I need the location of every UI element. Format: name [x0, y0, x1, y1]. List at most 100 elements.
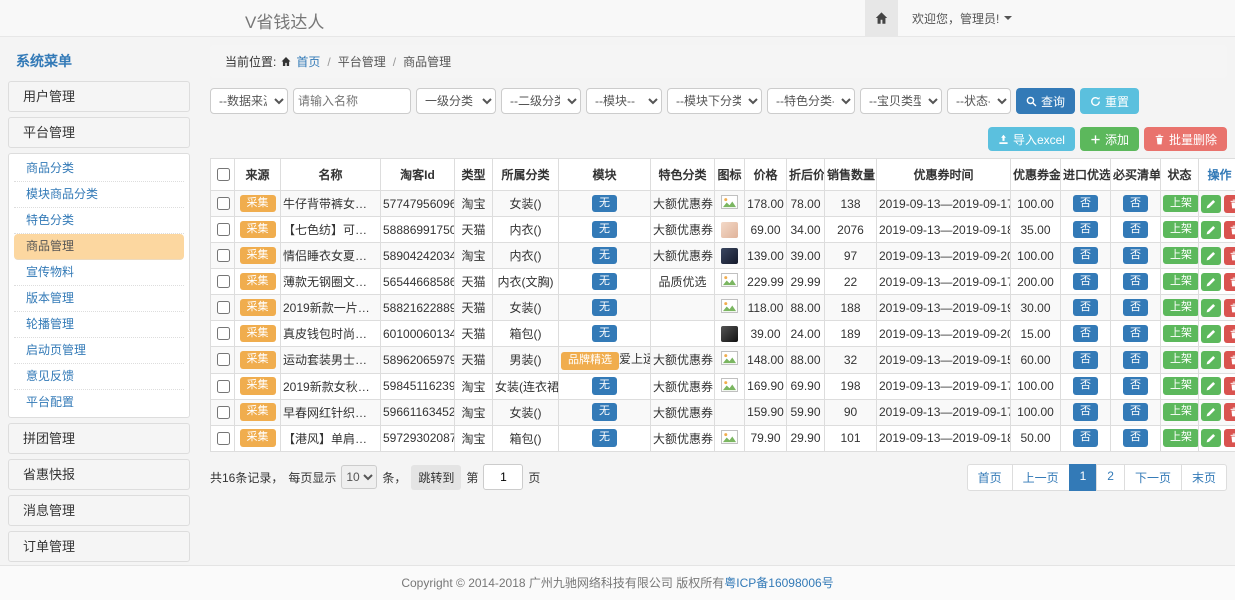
edit-button[interactable] — [1201, 351, 1221, 369]
delete-button[interactable] — [1224, 273, 1235, 291]
row-checkbox[interactable] — [217, 197, 230, 210]
sidebar-item-promo-materials[interactable]: 宣传物料 — [14, 260, 184, 286]
row-checkbox[interactable] — [217, 249, 230, 262]
breadcrumb-home-link[interactable]: 首页 — [296, 53, 320, 70]
sidebar-item-carousel-management[interactable]: 轮播管理 — [14, 312, 184, 338]
sidebar-item-module-goods-category[interactable]: 模块商品分类 — [14, 182, 184, 208]
sidebar-item-goods-management[interactable]: 商品管理 — [14, 234, 184, 260]
pager-page-2[interactable]: 2 — [1096, 464, 1125, 491]
delete-button[interactable] — [1224, 195, 1235, 213]
icp-link[interactable]: 粤ICP备16098006号 — [724, 576, 833, 590]
pager-first[interactable]: 首页 — [967, 464, 1013, 491]
edit-button[interactable] — [1201, 221, 1221, 239]
status-badge[interactable]: 上架 — [1163, 273, 1199, 291]
row-checkbox[interactable] — [217, 353, 230, 366]
status-badge[interactable]: 上架 — [1163, 247, 1199, 265]
status-select[interactable]: --状态-- — [947, 88, 1011, 114]
mustbuy-toggle[interactable]: 否 — [1123, 299, 1148, 317]
imported-toggle[interactable]: 否 — [1073, 247, 1098, 265]
row-checkbox[interactable] — [217, 406, 230, 419]
status-badge[interactable]: 上架 — [1163, 429, 1199, 447]
delete-button[interactable] — [1224, 351, 1235, 369]
sidebar-item-version-management[interactable]: 版本管理 — [14, 286, 184, 312]
row-checkbox[interactable] — [217, 327, 230, 340]
select-all-checkbox[interactable] — [217, 168, 230, 181]
mustbuy-toggle[interactable]: 否 — [1123, 377, 1148, 395]
category1-select[interactable]: 一级分类 — [416, 88, 496, 114]
category2-select[interactable]: --二级分类-- — [501, 88, 581, 114]
row-checkbox[interactable] — [217, 301, 230, 314]
mustbuy-toggle[interactable]: 否 — [1123, 221, 1148, 239]
edit-button[interactable] — [1201, 377, 1221, 395]
delete-button[interactable] — [1224, 377, 1235, 395]
batch-delete-button[interactable]: 批量删除 — [1144, 127, 1227, 151]
sidebar-group-messages[interactable]: 消息管理 — [8, 495, 190, 526]
user-menu[interactable]: 欢迎您，管理员! — [898, 0, 1026, 36]
mustbuy-toggle[interactable]: 否 — [1123, 273, 1148, 291]
sidebar-group-groupbuy[interactable]: 拼团管理 — [8, 423, 190, 454]
pager-next[interactable]: 下一页 — [1124, 464, 1182, 491]
imported-toggle[interactable]: 否 — [1073, 299, 1098, 317]
edit-button[interactable] — [1201, 247, 1221, 265]
sidebar-group-users[interactable]: 用户管理 — [8, 81, 190, 112]
jump-button[interactable]: 跳转到 — [411, 465, 461, 490]
edit-button[interactable] — [1201, 403, 1221, 421]
mustbuy-toggle[interactable]: 否 — [1123, 351, 1148, 369]
imported-toggle[interactable]: 否 — [1073, 221, 1098, 239]
per-page-select[interactable]: 10 — [341, 465, 377, 489]
jump-page-input[interactable] — [483, 464, 523, 490]
delete-button[interactable] — [1224, 221, 1235, 239]
name-search-input[interactable] — [293, 88, 411, 114]
mustbuy-toggle[interactable]: 否 — [1123, 195, 1148, 213]
mustbuy-toggle[interactable]: 否 — [1123, 247, 1148, 265]
delete-button[interactable] — [1224, 299, 1235, 317]
status-badge[interactable]: 上架 — [1163, 351, 1199, 369]
edit-button[interactable] — [1201, 195, 1221, 213]
pager-last[interactable]: 末页 — [1181, 464, 1227, 491]
feature-category-select[interactable]: --特色分类-- — [767, 88, 855, 114]
imported-toggle[interactable]: 否 — [1073, 377, 1098, 395]
delete-button[interactable] — [1224, 429, 1235, 447]
row-checkbox[interactable] — [217, 432, 230, 445]
import-excel-button[interactable]: 导入excel — [988, 127, 1075, 151]
mustbuy-toggle[interactable]: 否 — [1123, 429, 1148, 447]
row-checkbox[interactable] — [217, 223, 230, 236]
module-subcategory-select[interactable]: --模块下分类-- — [667, 88, 762, 114]
sidebar-group-orders[interactable]: 订单管理 — [8, 531, 190, 562]
data-source-select[interactable]: --数据来源-- — [210, 88, 288, 114]
imported-toggle[interactable]: 否 — [1073, 429, 1098, 447]
module-select[interactable]: --模块-- — [586, 88, 662, 114]
sidebar-item-splash-management[interactable]: 启动页管理 — [14, 338, 184, 364]
edit-button[interactable] — [1201, 299, 1221, 317]
imported-toggle[interactable]: 否 — [1073, 195, 1098, 213]
imported-toggle[interactable]: 否 — [1073, 351, 1098, 369]
row-checkbox[interactable] — [217, 275, 230, 288]
pager-prev[interactable]: 上一页 — [1012, 464, 1070, 491]
sidebar-group-platform[interactable]: 平台管理 — [8, 117, 190, 148]
status-badge[interactable]: 上架 — [1163, 377, 1199, 395]
reset-button[interactable]: 重置 — [1080, 88, 1139, 114]
mustbuy-toggle[interactable]: 否 — [1123, 403, 1148, 421]
mustbuy-toggle[interactable]: 否 — [1123, 325, 1148, 343]
imported-toggle[interactable]: 否 — [1073, 273, 1098, 291]
home-button[interactable] — [865, 0, 898, 36]
imported-toggle[interactable]: 否 — [1073, 403, 1098, 421]
pager-page-1[interactable]: 1 — [1069, 464, 1098, 491]
status-badge[interactable]: 上架 — [1163, 221, 1199, 239]
delete-button[interactable] — [1224, 325, 1235, 343]
sidebar-item-feedback[interactable]: 意见反馈 — [14, 364, 184, 390]
row-checkbox[interactable] — [217, 380, 230, 393]
status-badge[interactable]: 上架 — [1163, 299, 1199, 317]
sidebar-item-feature-category[interactable]: 特色分类 — [14, 208, 184, 234]
delete-button[interactable] — [1224, 403, 1235, 421]
sidebar-item-platform-config[interactable]: 平台配置 — [14, 390, 184, 415]
status-badge[interactable]: 上架 — [1163, 195, 1199, 213]
item-type-select[interactable]: --宝贝类型-- — [860, 88, 942, 114]
imported-toggle[interactable]: 否 — [1073, 325, 1098, 343]
edit-button[interactable] — [1201, 429, 1221, 447]
sidebar-group-news[interactable]: 省惠快报 — [8, 459, 190, 490]
edit-button[interactable] — [1201, 325, 1221, 343]
add-button[interactable]: 添加 — [1080, 127, 1139, 151]
sidebar-item-goods-category[interactable]: 商品分类 — [14, 156, 184, 182]
status-badge[interactable]: 上架 — [1163, 403, 1199, 421]
